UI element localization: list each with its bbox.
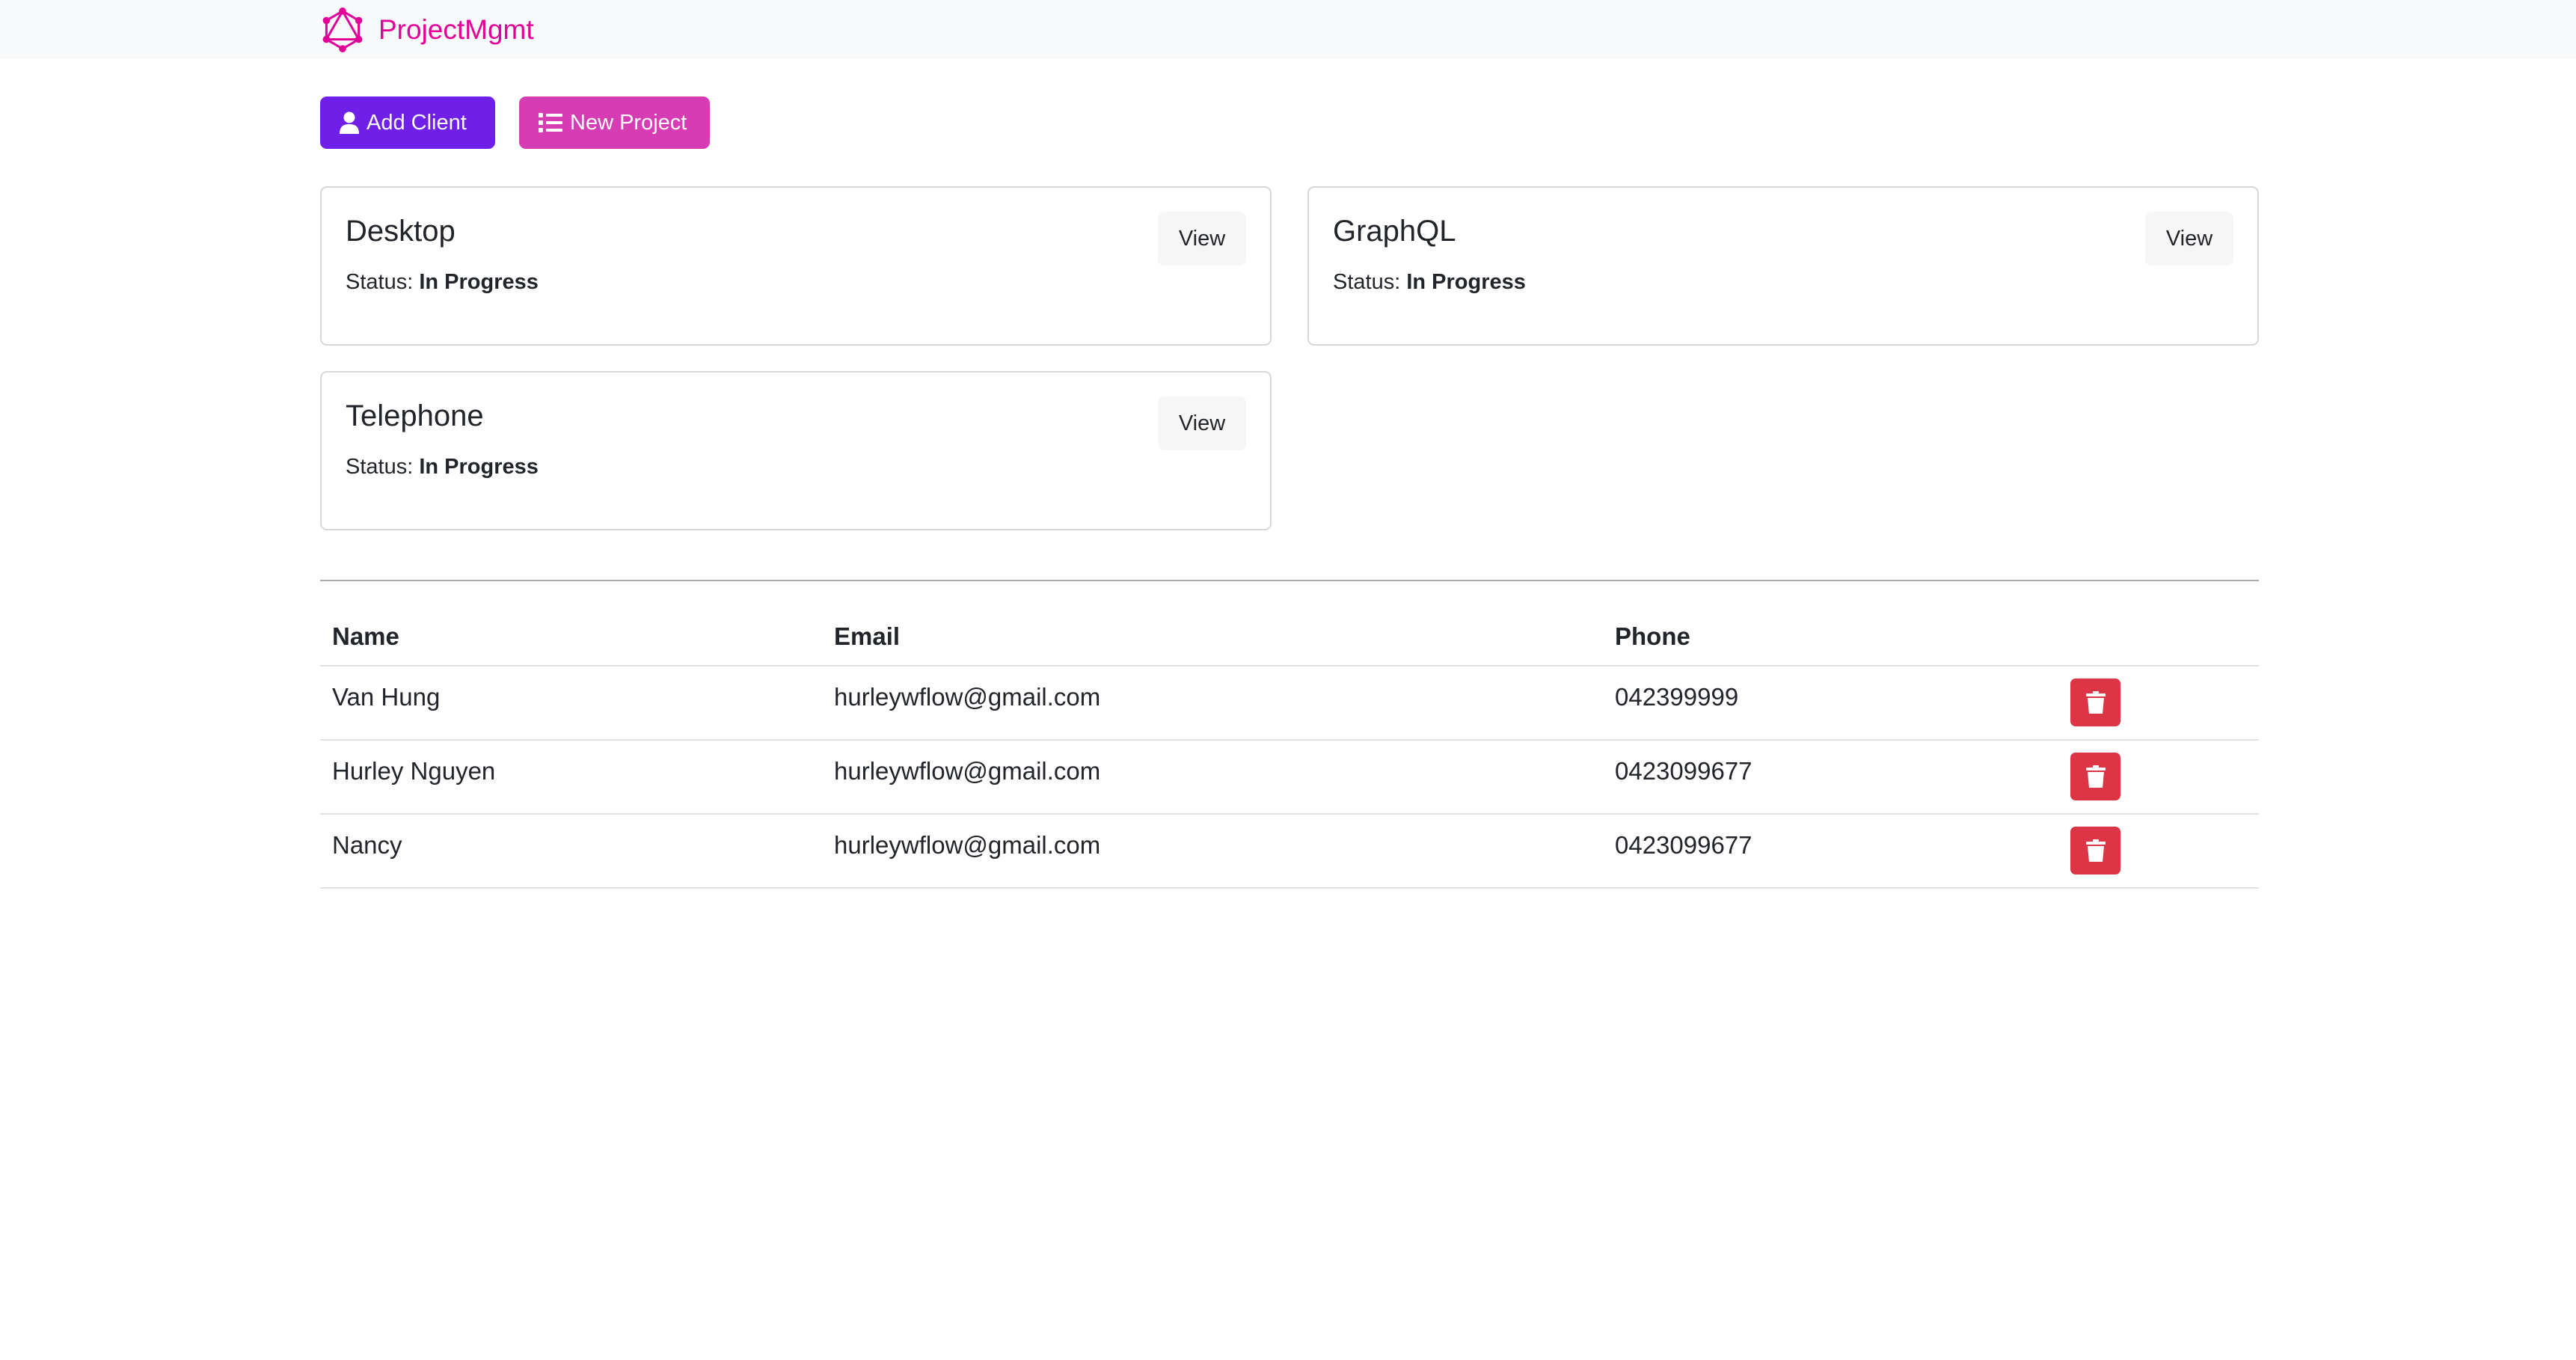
trash-icon <box>2085 691 2106 714</box>
table-row: Nancy hurleywflow@gmail.com 0423099677 <box>320 815 2259 889</box>
add-client-button[interactable]: Add Client <box>320 97 495 149</box>
project-status: Status: In Progress <box>1333 270 1526 295</box>
brand-link[interactable]: ProjectMgmt <box>320 6 534 54</box>
delete-client-button[interactable] <box>2070 753 2120 800</box>
clients-table: Name Email Phone Van Hung hurleywflow@gm… <box>320 610 2259 889</box>
client-phone: 042399999 <box>1615 683 1739 711</box>
project-name: Telephone <box>346 399 484 432</box>
project-name: GraphQL <box>1333 215 1456 248</box>
view-project-button[interactable]: View <box>2145 212 2233 266</box>
project-status: Status: In Progress <box>346 455 539 480</box>
table-row: Van Hung hurleywflow@gmail.com 042399999 <box>320 667 2259 741</box>
trash-icon <box>2085 839 2106 862</box>
status-value: In Progress <box>419 455 539 479</box>
client-phone: 0423099677 <box>1615 831 1752 859</box>
view-project-button[interactable]: View <box>1158 212 1246 266</box>
brand-title: ProjectMgmt <box>378 14 534 45</box>
header-name: Name <box>332 622 399 650</box>
delete-client-button[interactable] <box>2070 679 2120 726</box>
graphql-logo-icon <box>322 7 363 52</box>
client-email: hurleywflow@gmail.com <box>834 683 1101 711</box>
project-name: Desktop <box>346 215 456 248</box>
client-phone: 0423099677 <box>1615 757 1752 785</box>
client-name: Van Hung <box>332 683 441 711</box>
list-icon <box>539 113 562 132</box>
status-label: Status: <box>346 270 414 294</box>
client-name: Hurley Nguyen <box>332 757 496 785</box>
header-email: Email <box>834 622 901 650</box>
status-label: Status: <box>346 455 414 479</box>
delete-client-button[interactable] <box>2070 827 2120 874</box>
project-card: GraphQL Status: In Progress View <box>1307 186 2259 346</box>
status-value: In Progress <box>1406 270 1526 294</box>
project-card: Desktop Status: In Progress View <box>320 186 1272 346</box>
client-email: hurleywflow@gmail.com <box>834 757 1101 785</box>
trash-icon <box>2085 765 2106 788</box>
add-client-label: Add Client <box>367 110 467 135</box>
status-label: Status: <box>1333 270 1401 294</box>
status-value: In Progress <box>419 270 539 294</box>
navbar: ProjectMgmt <box>0 0 2576 59</box>
project-status: Status: In Progress <box>346 270 539 295</box>
view-project-button[interactable]: View <box>1158 396 1246 450</box>
table-header-row: Name Email Phone <box>320 610 2259 667</box>
project-card: Telephone Status: In Progress View <box>320 371 1272 530</box>
client-email: hurleywflow@gmail.com <box>834 831 1101 859</box>
new-project-label: New Project <box>570 110 687 135</box>
new-project-button[interactable]: New Project <box>519 97 710 149</box>
table-row: Hurley Nguyen hurleywflow@gmail.com 0423… <box>320 741 2259 815</box>
section-divider <box>320 580 2259 581</box>
header-phone: Phone <box>1615 622 1690 650</box>
client-name: Nancy <box>332 831 402 859</box>
user-icon <box>340 111 359 134</box>
